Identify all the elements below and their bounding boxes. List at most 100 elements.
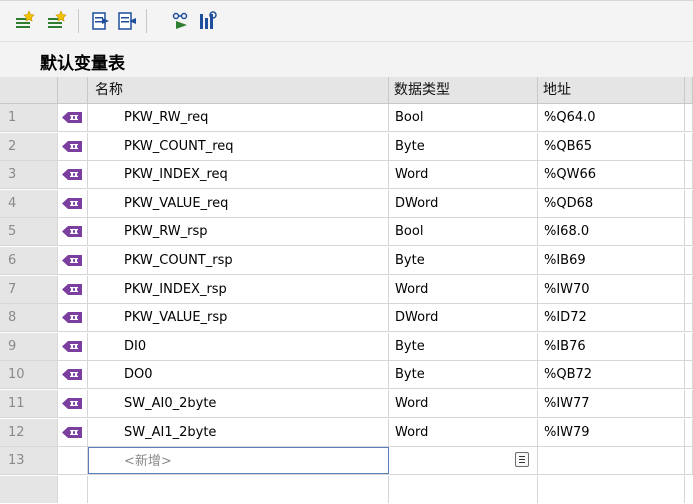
tag-icon-cell [58,218,88,246]
row-filler [685,161,693,189]
address-cell [538,475,685,503]
row-number [0,475,58,503]
table-row[interactable]: 3 PKW_INDEX_req Word %QW66 [0,161,693,190]
settings-icon[interactable] [197,10,219,32]
table-header: 名称 数据类型 地址 [0,77,693,104]
data-type-cell[interactable]: Byte [389,132,538,160]
tag-table: 名称 数据类型 地址 1 PKW_RW_req Bool %Q64.0 2 PKW_COU… [0,77,693,504]
address-cell[interactable]: %QD68 [538,189,685,217]
data-type-cell[interactable]: Word [389,161,538,189]
address-cell[interactable]: %Q64.0 [538,104,685,131]
data-type-cell [389,475,538,503]
header-filler [685,77,693,103]
row-number[interactable]: 12 [0,418,58,446]
tag-name-cell[interactable]: PKW_VALUE_rsp [88,304,389,332]
tag-icon [62,112,82,123]
row-number[interactable]: 7 [0,275,58,303]
address-cell[interactable]: %IB69 [538,247,685,274]
row-number[interactable]: 5 [0,218,58,246]
data-type-cell[interactable]: Bool [389,218,538,246]
address-cell[interactable]: %ID72 [538,304,685,332]
tag-icon [62,169,82,181]
table-row[interactable]: 5 PKW_RW_rsp Bool %I68.0 [0,218,693,247]
tag-name-cell[interactable]: DI0 [88,332,389,360]
address-cell[interactable] [538,447,685,475]
row-filler [685,361,693,389]
tag-icon-cell [58,390,88,417]
new-tag-input[interactable]: <新增> [88,447,389,475]
table-row[interactable]: 1 PKW_RW_req Bool %Q64.0 [0,104,693,132]
data-type-cell[interactable]: Bool [389,104,538,131]
table-row[interactable]: 6 PKW_COUNT_rsp Byte %IB69 [0,247,693,275]
toolbar [0,0,693,42]
row-number[interactable]: 9 [0,332,58,360]
address-cell[interactable]: %IB76 [538,332,685,360]
tag-name-cell[interactable]: PKW_INDEX_rsp [88,275,389,303]
header-name[interactable]: 名称 [88,77,389,103]
export-icon[interactable] [90,10,112,32]
address-cell[interactable]: %IW70 [538,275,685,303]
import-icon[interactable] [116,10,138,32]
row-number[interactable]: 2 [0,132,58,160]
row-number[interactable]: 8 [0,304,58,332]
row-number[interactable]: 4 [0,189,58,217]
data-type-cell[interactable] [389,447,538,475]
row-number[interactable]: 1 [0,104,58,131]
tag-icon [62,226,82,238]
row-number[interactable]: 11 [0,390,58,417]
tag-name-cell[interactable]: PKW_VALUE_req [88,189,389,217]
table-row[interactable]: 11 SW_AI0_2byte Word %IW77 [0,390,693,418]
header-row-number [0,77,58,103]
tag-name-cell[interactable]: PKW_RW_rsp [88,218,389,246]
header-address[interactable]: 地址 [538,77,685,103]
toolbar-separator [78,9,79,33]
data-type-cell[interactable]: Byte [389,332,538,360]
add-row-icon[interactable] [14,10,36,32]
tag-icon-cell [58,132,88,160]
address-cell[interactable]: %QW66 [538,161,685,189]
tag-name-cell[interactable]: PKW_RW_req [88,104,389,131]
address-cell[interactable]: %IW79 [538,418,685,446]
row-filler [685,304,693,332]
table-row[interactable]: 4 PKW_VALUE_req DWord %QD68 [0,189,693,218]
tag-icon-cell [58,447,88,475]
tag-icon [62,312,82,324]
tag-name-cell[interactable]: PKW_INDEX_req [88,161,389,189]
address-cell[interactable]: %I68.0 [538,218,685,246]
row-number[interactable]: 10 [0,361,58,389]
data-type-cell[interactable]: DWord [389,189,538,217]
tag-name-cell[interactable]: PKW_COUNT_req [88,132,389,160]
data-type-cell[interactable]: Word [389,275,538,303]
row-number[interactable]: 3 [0,161,58,189]
row-filler [685,104,693,131]
table-row[interactable]: 8 PKW_VALUE_rsp DWord %ID72 [0,304,693,333]
data-type-cell[interactable]: Word [389,418,538,446]
tag-name-cell[interactable]: DO0 [88,361,389,389]
tag-icon [62,398,82,409]
row-number[interactable]: 6 [0,247,58,274]
row-number[interactable]: 13 [0,447,58,475]
table-row[interactable]: 10 DO0 Byte %QB72 [0,361,693,390]
table-row[interactable]: 7 PKW_INDEX_rsp Word %IW70 [0,275,693,304]
address-cell[interactable]: %QB72 [538,361,685,389]
data-type-cell[interactable]: Byte [389,247,538,274]
row-filler [685,218,693,246]
tag-icon [62,369,82,381]
data-type-cell[interactable]: Word [389,390,538,417]
address-cell[interactable]: %IW77 [538,390,685,417]
table-row[interactable]: 12 SW_AI1_2byte Word %IW79 [0,418,693,447]
table-row[interactable]: 9 DI0 Byte %IB76 [0,332,693,361]
table-title-bar: 默认变量表 [0,43,693,76]
type-list-button[interactable] [515,452,529,468]
table-row[interactable]: 2 PKW_COUNT_req Byte %QB65 [0,132,693,161]
address-cell[interactable]: %QB65 [538,132,685,160]
tag-name-cell[interactable]: SW_AI0_2byte [88,390,389,417]
new-tag-row[interactable]: 13 <新增> [0,447,693,476]
header-data-type[interactable]: 数据类型 [389,77,538,103]
tag-name-cell[interactable]: PKW_COUNT_rsp [88,247,389,274]
insert-row-icon[interactable] [46,10,68,32]
data-type-cell[interactable]: DWord [389,304,538,332]
tag-name-cell[interactable]: SW_AI1_2byte [88,418,389,446]
data-type-cell[interactable]: Byte [389,361,538,389]
monitor-icon[interactable] [170,10,192,32]
